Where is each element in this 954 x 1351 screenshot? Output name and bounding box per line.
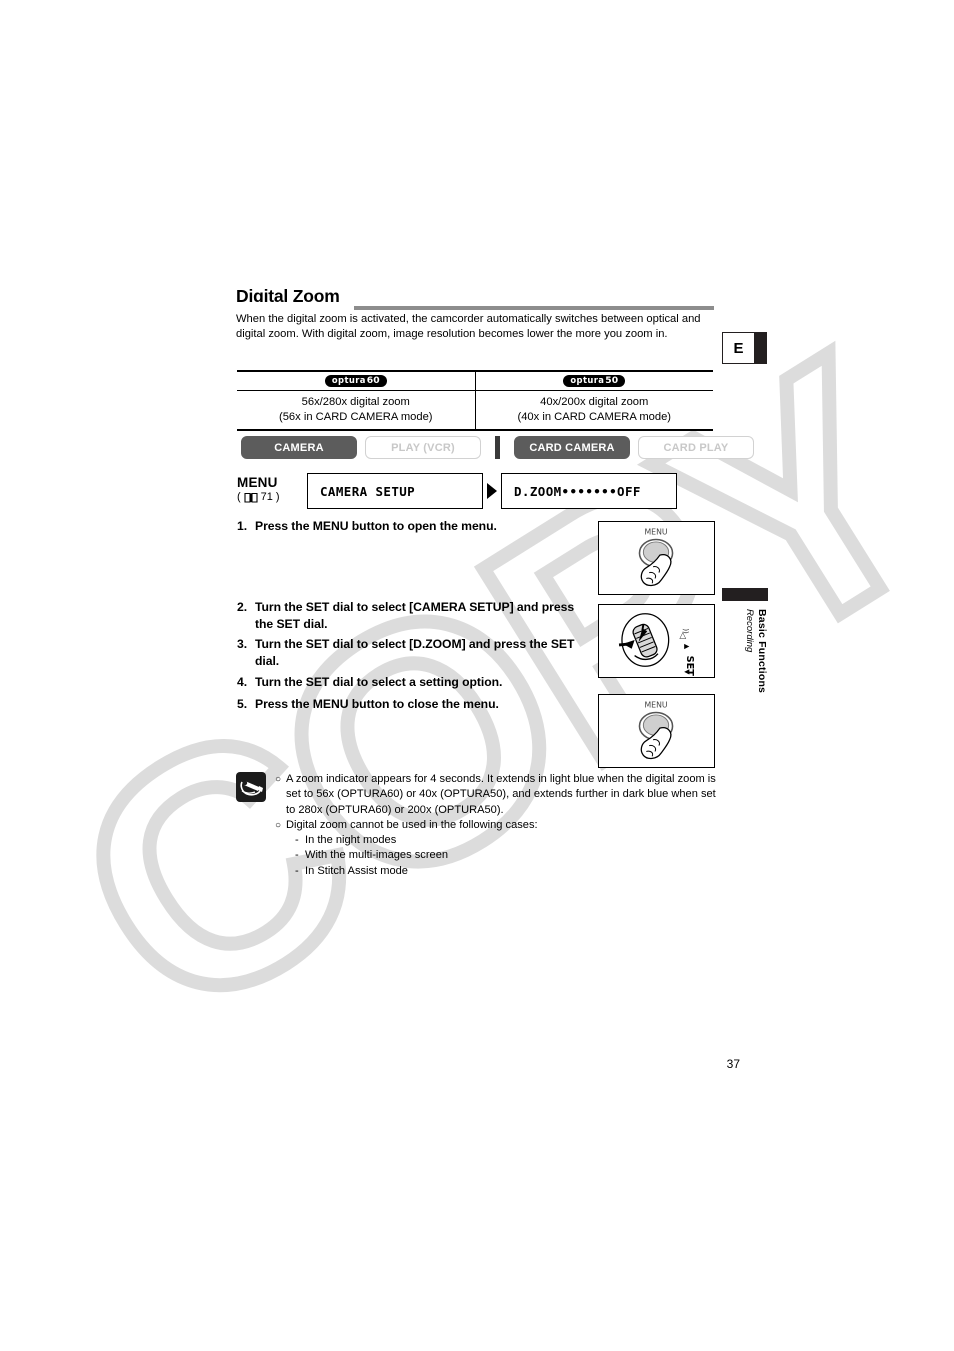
step-item-5: 5. Press the MENU button to close the me…: [237, 696, 592, 713]
optura60-zoom-line1: 56x/280x digital zoom: [301, 396, 410, 409]
note-text-2: Digital zoom cannot be used in the follo…: [286, 818, 538, 831]
mode-button-camera[interactable]: CAMERA: [241, 436, 357, 459]
notes-block: ○ A zoom indicator appears for 4 seconds…: [236, 772, 716, 879]
note-sub-list: - In the night modes - With the multi-im…: [275, 833, 716, 879]
table-cell-optura50-zoom: 40x/200x digital zoom (40x in CARD CAMER…: [475, 390, 713, 431]
menu-page-reference: ( 71 ): [237, 491, 317, 503]
note-bullet-icon: ○: [275, 819, 282, 831]
note-sub-item-2: - With the multi-images screen: [295, 848, 716, 863]
menu-keyword: MENU: [237, 475, 278, 490]
step-item-4: 4. Turn the SET dial to select a setting…: [237, 674, 592, 691]
mode-button-play-vcr[interactable]: PLAY (VCR): [365, 436, 481, 459]
step-number-2: 2.: [237, 600, 248, 614]
step-item-2: 2. Turn the SET dial to select [CAMERA S…: [237, 599, 592, 632]
lcd-screen-dzoom: D.ZOOM•••••••OFF: [501, 473, 677, 509]
intro-paragraph: When the digital zoom is activated, the …: [236, 313, 701, 341]
section-name: Recording: [744, 609, 755, 653]
note-sub-item-3: - In Stitch Assist mode: [295, 864, 716, 879]
step-text-4: Turn the SET dial to select a setting op…: [255, 675, 503, 689]
language-tab-letter: E: [722, 332, 755, 364]
table-row: 56x/280x digital zoom (56x in CARD CAMER…: [237, 390, 713, 431]
illustration-menu-button-2: MENU: [598, 694, 715, 768]
svg-text:▼: ▼: [683, 669, 691, 675]
dash-marker: -: [295, 864, 299, 877]
step-text-5: Press the MENU button to close the menu.: [255, 697, 499, 711]
mode-divider: [495, 436, 500, 459]
illustration-caption-menu-2: MENU: [644, 701, 667, 710]
optura60-brand: optura: [331, 374, 366, 385]
note-text-1: A zoom indicator appears for 4 seconds. …: [286, 773, 716, 816]
spec-table: optura60 optura50 56x/280x digital zoom …: [237, 370, 713, 431]
svg-text:)): )): [681, 628, 689, 634]
step-item-3: 3. Turn the SET dial to select [D.ZOOM] …: [237, 636, 592, 669]
chapter-tab-labels: Basic Functions Recording: [722, 609, 768, 713]
arrow-right-icon: [483, 482, 501, 500]
step-number-5: 5.: [237, 697, 248, 711]
paren-close: ): [275, 491, 280, 503]
note-item-1: ○ A zoom indicator appears for 4 seconds…: [275, 772, 716, 818]
notes-content: ○ A zoom indicator appears for 4 seconds…: [275, 772, 716, 879]
chapter-tab-bar: [722, 588, 768, 601]
chapter-tab: Basic Functions Recording: [722, 588, 768, 713]
step-number-1: 1.: [237, 519, 248, 533]
note-sub-item-1: - In the night modes: [295, 833, 716, 848]
manual-page: Digital Zoom When the digital zoom is ac…: [0, 0, 954, 1351]
table-header-cell-optura50: optura50: [475, 370, 713, 391]
illustration-set-dial: ◁ )) ▲ SET ▼: [598, 604, 715, 678]
step-text-1: Press the MENU button to open the menu.: [255, 519, 497, 533]
mode-button-card-camera[interactable]: CARD CAMERA: [514, 436, 630, 459]
optura50-model: 50: [605, 374, 619, 386]
illustration-caption-menu-1: MENU: [644, 528, 667, 537]
table-header-cell-optura60: optura60: [237, 370, 476, 391]
step-item-1: 1. Press the MENU button to open the men…: [237, 518, 597, 535]
language-tab: E: [722, 332, 767, 364]
lcd-screen-camera-setup: CAMERA SETUP: [307, 473, 483, 509]
optura50-zoom-line2: (40x in CARD CAMERA mode): [517, 411, 672, 423]
note-sub-text-2: With the multi-images screen: [305, 849, 449, 862]
optura50-badge: optura50: [563, 374, 626, 387]
step-number-4: 4.: [237, 675, 248, 689]
lcd-text-camera-setup: CAMERA SETUP: [320, 483, 416, 499]
step-text-2: Turn the SET dial to select [CAMERA SETU…: [255, 600, 575, 631]
mode-button-card-play[interactable]: CARD PLAY: [638, 436, 754, 459]
mode-button-row: CAMERA PLAY (VCR) CARD CAMERA CARD PLAY: [241, 436, 754, 459]
title-rule-mask: [236, 302, 354, 312]
page-number: 37: [726, 1057, 740, 1071]
dash-marker: -: [295, 834, 299, 847]
table-header-row: optura60 optura50: [237, 370, 713, 391]
note-sub-text-3: In Stitch Assist mode: [305, 864, 408, 877]
menu-label-block: MENU ( 71 ): [237, 475, 317, 503]
table-cell-optura60-zoom: 56x/280x digital zoom (56x in CARD CAMER…: [237, 390, 476, 431]
optura60-badge: optura60: [324, 374, 387, 387]
note-sub-text-1: In the night modes: [305, 834, 397, 847]
paren-open: (: [237, 491, 241, 503]
optura60-model: 60: [366, 374, 380, 386]
optura60-zoom-line2: (56x in CARD CAMERA mode): [278, 411, 433, 423]
step-number-3: 3.: [237, 637, 248, 651]
note-item-2: ○ Digital zoom cannot be used in the fol…: [275, 818, 716, 833]
optura50-brand: optura: [570, 374, 605, 385]
menu-reference-page: 71: [260, 491, 273, 503]
illustration-menu-button-1: MENU: [598, 521, 715, 595]
svg-text:▲: ▲: [683, 644, 691, 650]
notes-pen-icon: [236, 772, 266, 802]
dash-marker: -: [295, 849, 299, 862]
optura50-zoom-line1: 40x/200x digital zoom: [540, 396, 649, 409]
step-text-3: Turn the SET dial to select [D.ZOOM] and…: [255, 637, 575, 668]
book-icon: [244, 492, 258, 503]
menu-screens: CAMERA SETUP D.ZOOM•••••••OFF: [307, 473, 677, 509]
lcd-text-dzoom: D.ZOOM•••••••OFF: [514, 483, 641, 499]
chapter-name: Basic Functions: [756, 609, 768, 694]
note-bullet-icon: ○: [275, 774, 282, 785]
